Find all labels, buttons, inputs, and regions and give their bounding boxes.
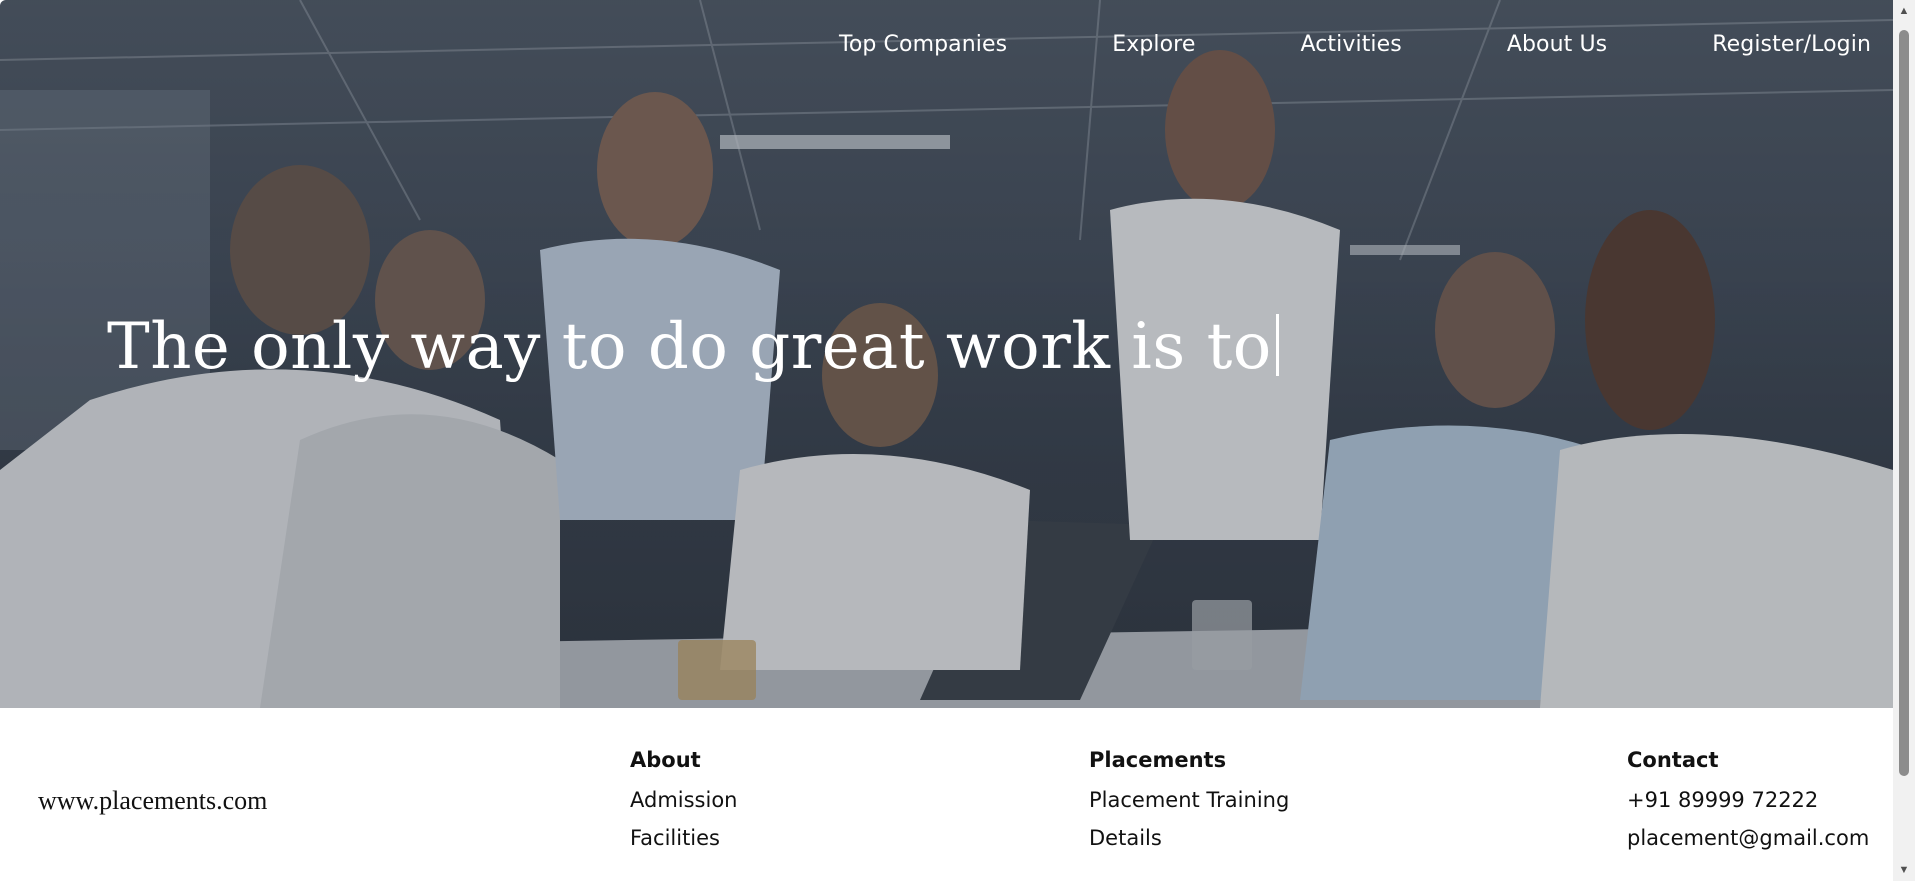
nav-about-us[interactable]: About Us xyxy=(1507,32,1607,57)
nav-top-companies[interactable]: Top Companies xyxy=(839,32,1007,57)
site-footer: www.placements.com About Admission Facil… xyxy=(0,708,1893,881)
contact-phone: +91 89999 72222 xyxy=(1627,788,1819,812)
footer-placements-column: Placements Placement Training Details xyxy=(1089,748,1289,864)
chevron-down-icon[interactable]: ▼ xyxy=(1893,859,1915,881)
hero-quote: The only way to do great work is to xyxy=(107,310,1279,384)
typing-caret xyxy=(1275,314,1279,376)
chevron-up-icon[interactable]: ▲ xyxy=(1893,0,1915,22)
vertical-scrollbar[interactable]: ▲ ▼ xyxy=(1893,0,1915,881)
top-navigation: Top Companies Explore Activities About U… xyxy=(839,32,1871,57)
footer-link-facilities[interactable]: Facilities xyxy=(630,826,738,850)
footer-link-admission[interactable]: Admission xyxy=(630,788,738,812)
typed-quote-text: The only way to do great work is to xyxy=(107,310,1272,384)
footer-link-placement-training[interactable]: Placement Training xyxy=(1089,788,1289,812)
contact-email[interactable]: placement@gmail.com xyxy=(1627,826,1869,850)
nav-activities[interactable]: Activities xyxy=(1300,32,1401,57)
footer-placements-heading: Placements xyxy=(1089,748,1227,772)
footer-link-details[interactable]: Details xyxy=(1089,826,1289,850)
scrollbar-thumb[interactable] xyxy=(1899,30,1909,776)
hero-banner: Top Companies Explore Activities About U… xyxy=(0,0,1893,708)
browser-page: Top Companies Explore Activities About U… xyxy=(0,0,1915,881)
footer-contact-column: Contact +91 89999 72222 placement@gmail.… xyxy=(1627,748,1869,864)
site-url: www.placements.com xyxy=(38,786,268,815)
nav-explore[interactable]: Explore xyxy=(1112,32,1195,57)
footer-about-heading: About xyxy=(630,748,701,772)
footer-about-column: About Admission Facilities xyxy=(630,748,738,864)
nav-register-login[interactable]: Register/Login xyxy=(1712,32,1871,57)
footer-contact-heading: Contact xyxy=(1627,748,1719,772)
